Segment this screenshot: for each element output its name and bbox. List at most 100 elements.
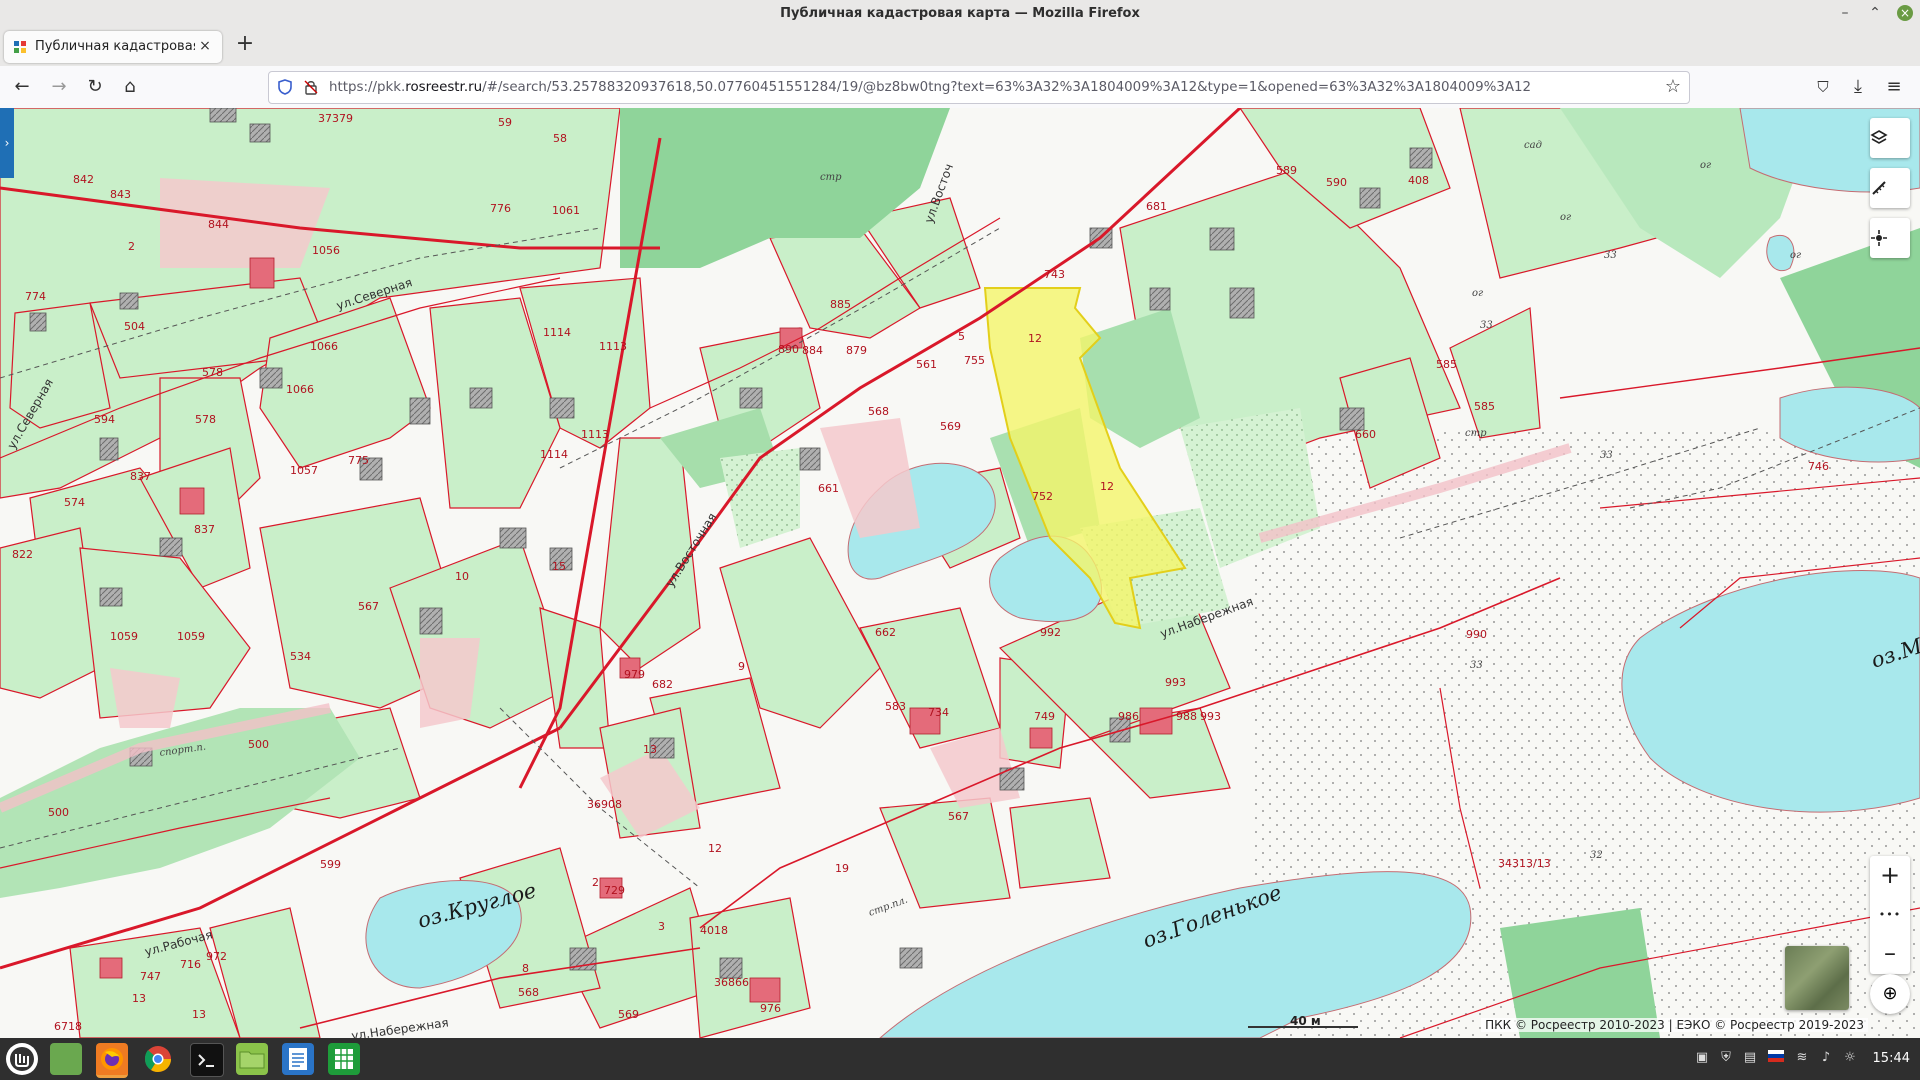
tab-pkk[interactable]: Публичная кадастровая карта × bbox=[4, 31, 222, 63]
layers-button[interactable] bbox=[1870, 118, 1910, 158]
svg-text:837: 837 bbox=[194, 523, 215, 536]
svg-text:890: 890 bbox=[778, 343, 799, 356]
svg-text:993: 993 bbox=[1165, 676, 1186, 689]
wifi-tray-icon[interactable]: ≋ bbox=[1794, 1050, 1810, 1066]
folder-taskbar-icon[interactable] bbox=[236, 1043, 268, 1075]
svg-text:33: 33 bbox=[1600, 450, 1613, 461]
svg-text:2: 2 bbox=[128, 240, 135, 253]
svg-text:578: 578 bbox=[195, 413, 216, 426]
keyboard-layout-flag-icon[interactable] bbox=[1768, 1050, 1784, 1066]
locate-icon bbox=[1871, 230, 1887, 246]
sidebar-toggle-button[interactable]: › bbox=[0, 108, 14, 178]
svg-text:660: 660 bbox=[1355, 428, 1376, 441]
svg-text:990: 990 bbox=[1466, 628, 1487, 641]
update-tray-icon[interactable]: ▤ bbox=[1742, 1050, 1758, 1066]
cadastral-map[interactable]: 37379 59 58 842 843 844 776 1061 2 1056 774 504 … bbox=[0, 108, 1920, 1038]
ruler-button[interactable] bbox=[1870, 168, 1910, 208]
minimize-button[interactable]: – bbox=[1830, 0, 1860, 28]
svg-text:1066: 1066 bbox=[286, 383, 314, 396]
calc-taskbar-icon[interactable] bbox=[328, 1043, 360, 1075]
writer-taskbar-icon[interactable] bbox=[282, 1043, 314, 1075]
maximize-button[interactable]: ⌃ bbox=[1860, 0, 1890, 28]
clipboard-tray-icon[interactable]: ▣ bbox=[1694, 1050, 1710, 1066]
zoom-out-button[interactable]: – bbox=[1870, 934, 1910, 973]
chrome-taskbar-icon[interactable] bbox=[142, 1043, 174, 1075]
tracking-shield-icon[interactable] bbox=[277, 79, 293, 95]
svg-text:2: 2 bbox=[592, 876, 599, 889]
reload-button[interactable]: ↻ bbox=[83, 75, 107, 99]
back-button[interactable]: ← bbox=[10, 75, 34, 99]
svg-text:746: 746 bbox=[1808, 460, 1829, 473]
svg-text:10: 10 bbox=[455, 570, 469, 583]
svg-text:36908: 36908 bbox=[587, 798, 622, 811]
svg-text:844: 844 bbox=[208, 218, 229, 231]
home-button[interactable]: ⌂ bbox=[118, 75, 142, 99]
locate-button[interactable] bbox=[1870, 218, 1910, 258]
svg-text:1059: 1059 bbox=[177, 630, 205, 643]
svg-text:661: 661 bbox=[818, 482, 839, 495]
svg-text:19: 19 bbox=[835, 862, 849, 875]
svg-text:583: 583 bbox=[885, 700, 906, 713]
svg-text:569: 569 bbox=[618, 1008, 639, 1021]
compass-icon[interactable]: ⊕ bbox=[1870, 974, 1910, 1014]
pocket-icon[interactable]: ⛉ bbox=[1811, 75, 1835, 99]
menu-icon[interactable]: ≡ bbox=[1882, 75, 1906, 99]
bookmark-star-icon[interactable]: ☆ bbox=[1665, 76, 1681, 97]
new-tab-button[interactable]: + bbox=[234, 33, 256, 55]
svg-text:986: 986 bbox=[1118, 710, 1139, 723]
svg-text:681: 681 bbox=[1146, 200, 1167, 213]
svg-text:стр: стр bbox=[1465, 428, 1487, 439]
close-icon: × bbox=[1897, 5, 1913, 21]
mint-menu-button[interactable] bbox=[6, 1043, 38, 1075]
svg-text:5: 5 bbox=[958, 330, 965, 343]
svg-text:589: 589 bbox=[1276, 164, 1297, 177]
downloads-icon[interactable]: ⤓ bbox=[1846, 75, 1870, 99]
svg-text:13: 13 bbox=[192, 1008, 206, 1021]
svg-text:976: 976 bbox=[760, 1002, 781, 1015]
taskbar-clock[interactable]: 15:44 bbox=[1873, 1038, 1910, 1080]
firefox-taskbar-icon[interactable] bbox=[96, 1043, 128, 1078]
svg-text:500: 500 bbox=[48, 806, 69, 819]
svg-text:сад: сад bbox=[1524, 140, 1542, 151]
svg-text:ог: ог bbox=[1560, 212, 1571, 223]
url-bar[interactable]: https://pkk.rosreestr.ru/#/search/53.257… bbox=[268, 71, 1690, 104]
zoom-more-button[interactable]: ••• bbox=[1870, 895, 1910, 934]
svg-text:1057: 1057 bbox=[290, 464, 318, 477]
svg-text:3: 3 bbox=[658, 920, 665, 933]
file-manager-green-icon[interactable] bbox=[50, 1043, 82, 1075]
terminal-icon bbox=[198, 1054, 214, 1067]
brightness-tray-icon[interactable]: ☼ bbox=[1842, 1050, 1858, 1066]
tab-close-icon[interactable]: × bbox=[196, 37, 214, 55]
svg-text:33: 33 bbox=[1470, 660, 1483, 671]
shield-tray-icon[interactable]: ⛨ bbox=[1718, 1050, 1734, 1066]
tab-title: Публичная кадастровая карта bbox=[35, 39, 195, 54]
svg-text:567: 567 bbox=[948, 810, 969, 823]
svg-text:822: 822 bbox=[12, 548, 33, 561]
svg-text:33: 33 bbox=[1604, 250, 1617, 261]
zoom-controls: + ••• – bbox=[1870, 856, 1910, 974]
svg-text:749: 749 bbox=[1034, 710, 1055, 723]
tab-strip: Публичная кадастровая карта × bbox=[0, 28, 1920, 66]
svg-text:599: 599 bbox=[320, 858, 341, 871]
svg-text:1056: 1056 bbox=[312, 244, 340, 257]
navigation-toolbar: ← → ↻ ⌂ https://pkk.rosreestr.ru/#/searc… bbox=[0, 66, 1920, 109]
close-window-button[interactable]: × bbox=[1890, 0, 1920, 28]
firefox-icon bbox=[101, 1048, 123, 1070]
window-title: Публичная кадастровая карта — Mozilla Fi… bbox=[780, 6, 1140, 21]
volume-tray-icon[interactable]: ♪ bbox=[1818, 1050, 1834, 1066]
svg-text:842: 842 bbox=[73, 173, 94, 186]
lock-icon[interactable] bbox=[303, 79, 319, 95]
zoom-in-button[interactable]: + bbox=[1870, 856, 1910, 895]
satellite-basemap-toggle[interactable] bbox=[1785, 946, 1849, 1010]
forward-button[interactable]: → bbox=[47, 75, 71, 99]
svg-text:993: 993 bbox=[1200, 710, 1221, 723]
map-canvas[interactable]: 37379 5958 842843844 776 10612 1056774504 … bbox=[0, 108, 1920, 1038]
svg-text:504: 504 bbox=[124, 320, 145, 333]
svg-text:843: 843 bbox=[110, 188, 131, 201]
svg-text:стр: стр bbox=[820, 172, 842, 183]
svg-text:36866: 36866 bbox=[714, 976, 749, 989]
svg-text:747: 747 bbox=[140, 970, 161, 983]
svg-text:1066: 1066 bbox=[310, 340, 338, 353]
terminal-taskbar-icon[interactable] bbox=[190, 1043, 224, 1077]
svg-text:ог: ог bbox=[1472, 288, 1483, 299]
